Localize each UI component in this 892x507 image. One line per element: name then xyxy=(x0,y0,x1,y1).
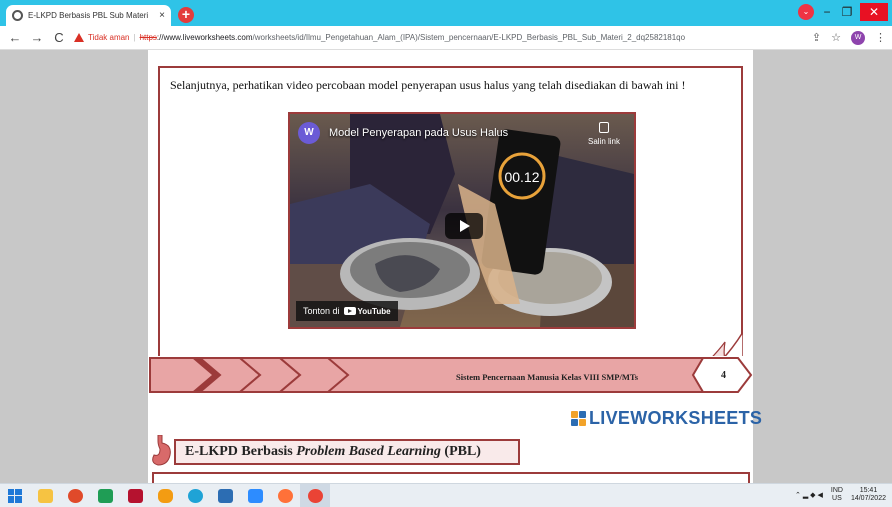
system-clock[interactable]: 15:41 14/07/2022 xyxy=(851,487,886,503)
instruction-text: Selanjutnya, perhatikan video percobaan … xyxy=(170,78,686,92)
chrome-browser-icon[interactable] xyxy=(300,483,330,507)
copy-link-button[interactable]: Salin link xyxy=(588,122,620,146)
minimize-button[interactable]: − xyxy=(820,5,834,19)
youtube-video-embed[interactable]: 00.12 W Model Penyerapan pada Usus Halus… xyxy=(288,112,636,329)
file-explorer-icon[interactable] xyxy=(30,484,60,507)
copy-icon xyxy=(598,122,609,133)
toolbar-actions: ⇪ ☆ W ⋮ xyxy=(812,30,886,45)
windows-taskbar: ⌃ ▂ ◆ ◀ IND US 15:41 14/07/2022 xyxy=(0,483,892,507)
app-icon-orange[interactable] xyxy=(150,484,180,507)
windows-start-icon[interactable] xyxy=(0,484,30,507)
tab-search-button[interactable]: ⌄ xyxy=(798,4,814,20)
back-button[interactable]: ← xyxy=(6,30,24,45)
stopwatch-readout: 00.12 xyxy=(504,169,539,185)
page-viewport: Selanjutnya, perhatikan video percobaan … xyxy=(0,50,892,483)
video-header: W Model Penyerapan pada Usus Halus xyxy=(298,122,508,144)
youtube-label: YouTube xyxy=(357,306,391,316)
footer-band xyxy=(148,356,753,394)
url-scheme: https xyxy=(139,33,157,42)
content-card: Selanjutnya, perhatikan video percobaan … xyxy=(158,66,743,392)
next-content-card xyxy=(152,472,750,483)
tab-title: E-LKPD Berbasis PBL Sub Materi xyxy=(28,11,149,20)
bookmark-star-icon[interactable]: ☆ xyxy=(831,31,841,44)
new-tab-button[interactable]: + xyxy=(178,7,194,23)
play-icon[interactable] xyxy=(445,213,483,239)
stomach-icon xyxy=(152,435,171,466)
menu-icon[interactable]: ⋮ xyxy=(875,31,886,44)
browser-tab-active[interactable]: E-LKPD Berbasis PBL Sub Materi × xyxy=(6,5,171,26)
url-path: /worksheets/id/Ilmu_Pengetahuan_Alam_(IP… xyxy=(252,33,686,42)
url-separator: | xyxy=(133,33,136,42)
youtube-icon: YouTube xyxy=(343,306,391,316)
liveworksheets-logo-icon xyxy=(571,411,586,426)
channel-avatar[interactable]: W xyxy=(298,122,320,144)
app-icon-blue[interactable] xyxy=(210,484,240,507)
app-icon-red[interactable] xyxy=(60,484,90,507)
watch-on-label: Tonton di xyxy=(303,306,340,316)
liveworksheets-logo[interactable]: LIVEWORKSHEETS xyxy=(571,408,762,429)
security-label[interactable]: Tidak aman xyxy=(88,33,130,42)
section-header: E-LKPD Berbasis Problem Based Learning (… xyxy=(174,439,520,465)
close-window-button[interactable]: ✕ xyxy=(860,3,888,21)
browser-tabbar: E-LKPD Berbasis PBL Sub Materi × + ⌄ − ❐… xyxy=(0,0,892,26)
section-header-text: E-LKPD Berbasis Problem Based Learning (… xyxy=(185,444,481,459)
edge-browser-icon[interactable] xyxy=(180,484,210,507)
language-indicator[interactable]: IND US xyxy=(831,487,843,503)
copy-link-label: Salin link xyxy=(587,137,620,146)
animate-app-icon[interactable] xyxy=(120,484,150,507)
globe-icon xyxy=(12,10,23,21)
url-bar[interactable]: Tidak aman | https ://www.liveworksheets… xyxy=(72,29,804,47)
warning-icon[interactable] xyxy=(74,33,84,42)
firefox-icon[interactable] xyxy=(270,484,300,507)
watch-on-youtube-button[interactable]: Tonton di YouTube xyxy=(296,301,398,321)
profile-avatar[interactable]: W xyxy=(851,30,865,45)
url-domain: ://www.liveworksheets.com xyxy=(156,33,253,42)
share-icon[interactable]: ⇪ xyxy=(812,31,821,44)
worksheet-page: Selanjutnya, perhatikan video percobaan … xyxy=(148,50,762,483)
liveworksheets-logo-text: LIVEWORKSHEETS xyxy=(589,408,763,428)
tab-close-button[interactable]: × xyxy=(159,10,165,21)
video-title[interactable]: Model Penyerapan pada Usus Halus xyxy=(329,127,508,139)
app-icon-green[interactable] xyxy=(90,484,120,507)
window-controls: ⌄ − ❐ ✕ xyxy=(798,3,888,21)
address-toolbar: ← → C Tidak aman | https ://www.livework… xyxy=(0,26,892,50)
tray-icons[interactable]: ⌃ ▂ ◆ ◀ xyxy=(795,491,823,499)
zoom-app-icon[interactable] xyxy=(240,484,270,507)
maximize-button[interactable]: ❐ xyxy=(840,5,854,19)
system-tray: ⌃ ▂ ◆ ◀ IND US 15:41 14/07/2022 xyxy=(795,487,886,503)
page-number: 4 xyxy=(721,370,726,381)
reload-button[interactable]: C xyxy=(50,30,68,45)
forward-button[interactable]: → xyxy=(28,30,46,45)
footer-subject-text: Sistem Pencernaan Manusia Kelas VIII SMP… xyxy=(456,372,639,382)
